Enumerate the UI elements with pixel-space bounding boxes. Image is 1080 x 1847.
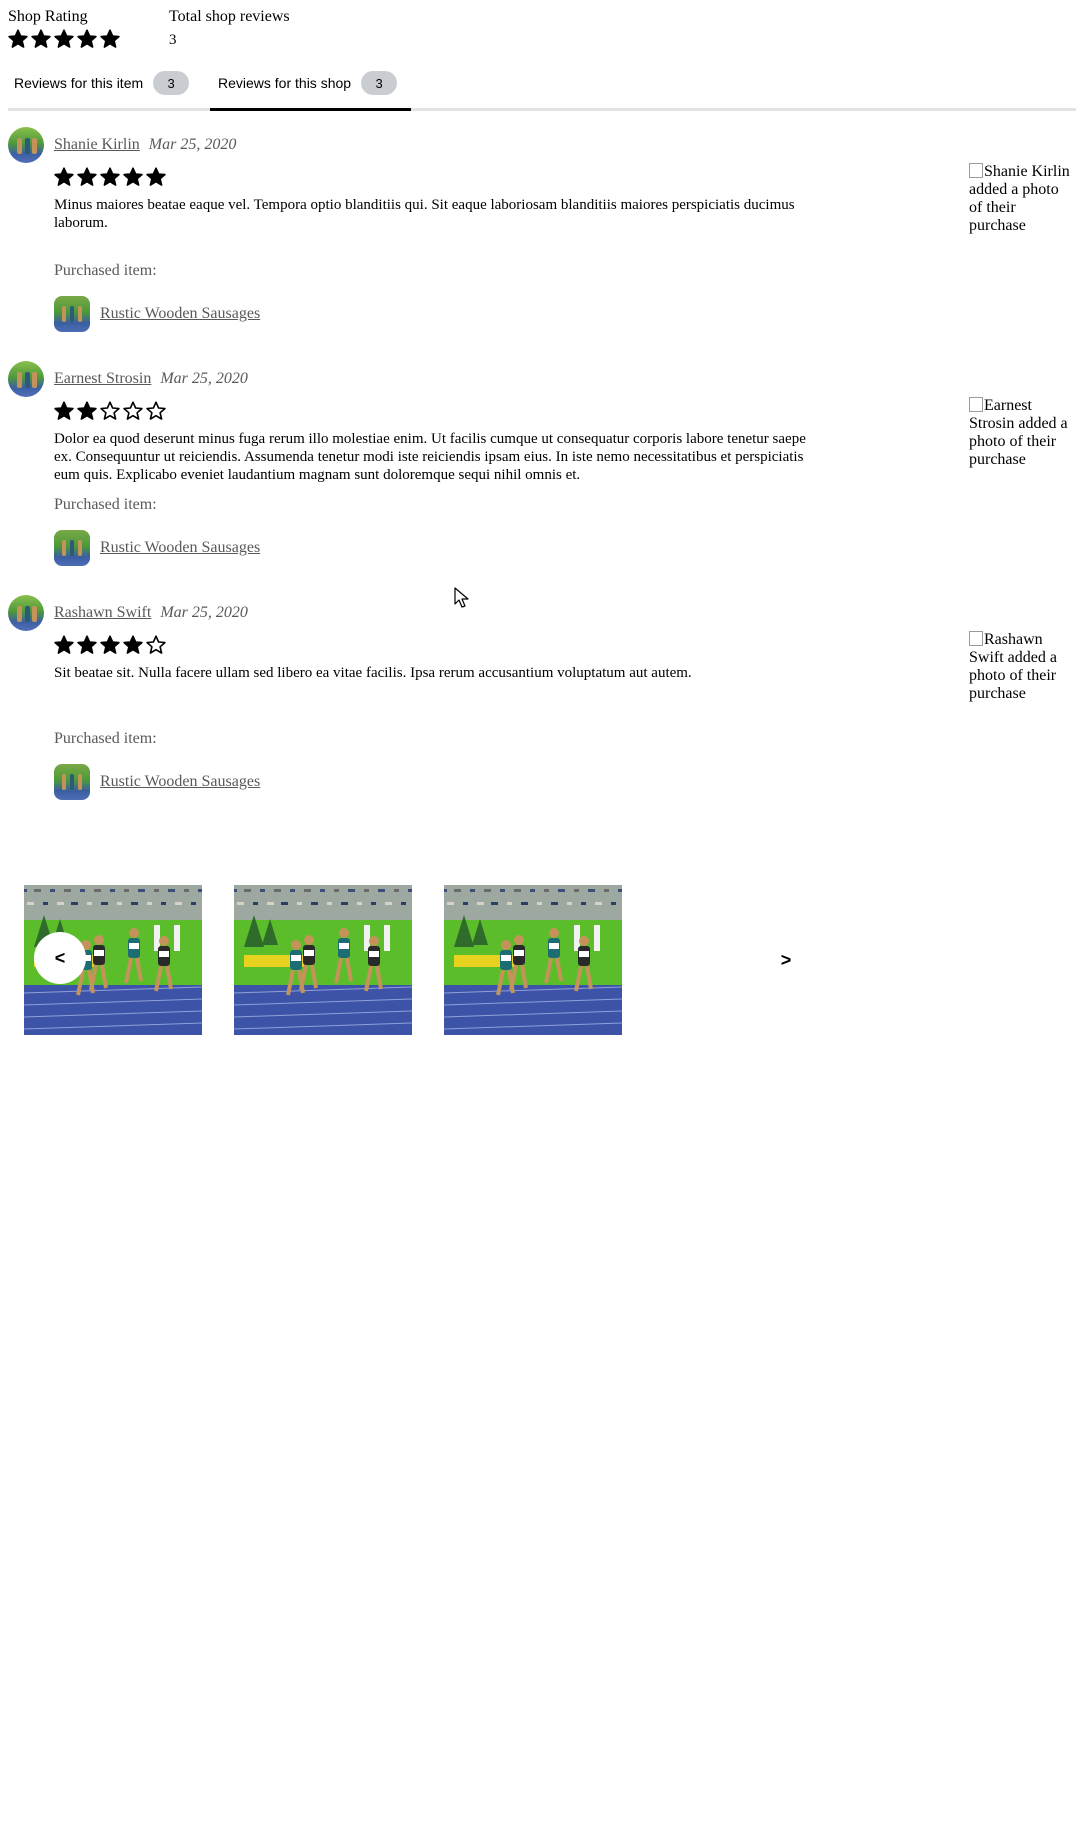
purchased-item-label: Purchased item: xyxy=(54,262,157,279)
review-text: Minus maiores beatae eaque vel. Tempora … xyxy=(54,197,795,231)
shop-rating-header: Shop Rating Total shop reviews 3 xyxy=(8,7,336,50)
avatar xyxy=(8,127,44,163)
purchased-item-label: Purchased item: xyxy=(54,496,157,513)
tab-reviews-shop[interactable]: Reviews for this shop 3 xyxy=(210,58,412,111)
star-empty-icon xyxy=(146,635,166,655)
carousel-next-button[interactable]: > xyxy=(774,945,798,975)
star-filled-icon xyxy=(100,635,120,655)
avatar xyxy=(8,361,44,397)
broken-image-icon xyxy=(969,163,983,178)
review-header: Rashawn Swift Mar 25, 2020 xyxy=(54,603,248,623)
star-filled-icon xyxy=(54,167,74,187)
star-filled-icon xyxy=(77,167,97,187)
photo-carousel: < > xyxy=(24,885,794,1035)
review-photo: Earnest Strosin added a photo of their p… xyxy=(969,397,1074,469)
review-item: Earnest Strosin Mar 25, 2020 Dolor ea qu… xyxy=(8,361,1076,571)
review-item: Shanie Kirlin Mar 25, 2020 Minus maiores… xyxy=(8,127,1076,337)
purchased-item-label: Purchased item: xyxy=(54,730,157,747)
review-date: Mar 25, 2020 xyxy=(160,370,248,387)
review-item: Rashawn Swift Mar 25, 2020 Sit beatae si… xyxy=(8,595,1076,805)
review-header: Earnest Strosin Mar 25, 2020 xyxy=(54,369,248,389)
purchased-item[interactable]: Rustic Wooden Sausages xyxy=(54,764,260,800)
broken-image-icon xyxy=(969,397,983,412)
review-photo: Shanie Kirlin added a photo of their pur… xyxy=(969,163,1074,235)
review-header: Shanie Kirlin Mar 25, 2020 xyxy=(54,135,236,155)
review-tabs: Reviews for this item 3 Reviews for this… xyxy=(8,58,1076,111)
review-rating-stars xyxy=(54,401,169,421)
reviewer-name-link[interactable]: Shanie Kirlin xyxy=(54,136,140,153)
carousel-prev-button[interactable]: < xyxy=(34,932,86,984)
avatar xyxy=(8,595,44,631)
mouse-cursor-icon xyxy=(454,587,469,608)
reviewer-name-link[interactable]: Earnest Strosin xyxy=(54,370,151,387)
shop-rating-block: Shop Rating xyxy=(8,7,123,50)
item-thumbnail[interactable] xyxy=(54,296,90,332)
item-link[interactable]: Rustic Wooden Sausages xyxy=(100,539,260,557)
star-filled-icon xyxy=(77,635,97,655)
broken-image-icon xyxy=(969,631,983,646)
total-reviews-block: Total shop reviews 3 xyxy=(169,7,290,50)
review-date: Mar 25, 2020 xyxy=(160,604,248,621)
star-filled-icon xyxy=(31,29,51,49)
star-filled-icon xyxy=(54,29,74,49)
tab-label: Reviews for this item xyxy=(14,75,144,91)
shop-rating-stars xyxy=(8,29,123,49)
purchased-item[interactable]: Rustic Wooden Sausages xyxy=(54,296,260,332)
tab-reviews-item[interactable]: Reviews for this item 3 xyxy=(8,58,195,108)
tab-label: Reviews for this shop xyxy=(218,75,352,91)
review-photo-alt: Earnest Strosin added a photo of their p… xyxy=(969,397,1068,468)
item-link[interactable]: Rustic Wooden Sausages xyxy=(100,773,260,791)
star-filled-icon xyxy=(100,29,120,49)
carousel-photo[interactable] xyxy=(234,885,412,1035)
review-rating-stars xyxy=(54,167,169,187)
review-photo: Rashawn Swift added a photo of their pur… xyxy=(969,631,1074,703)
star-filled-icon xyxy=(54,401,74,421)
review-text: Sit beatae sit. Nulla facere ullam sed l… xyxy=(54,665,692,681)
review-photo-alt: Shanie Kirlin added a photo of their pur… xyxy=(969,163,1070,234)
purchased-item[interactable]: Rustic Wooden Sausages xyxy=(54,530,260,566)
item-thumbnail[interactable] xyxy=(54,764,90,800)
star-filled-icon xyxy=(54,635,74,655)
tab-count-badge: 3 xyxy=(153,71,190,95)
shop-rating-label: Shop Rating xyxy=(8,8,88,25)
star-empty-icon xyxy=(146,401,166,421)
tab-count-badge: 3 xyxy=(361,71,398,95)
carousel-photo[interactable] xyxy=(444,885,622,1035)
item-thumbnail[interactable] xyxy=(54,530,90,566)
star-filled-icon xyxy=(146,167,166,187)
star-filled-icon xyxy=(77,29,97,49)
star-filled-icon xyxy=(77,401,97,421)
star-empty-icon xyxy=(123,401,143,421)
item-link[interactable]: Rustic Wooden Sausages xyxy=(100,305,260,323)
total-reviews-value: 3 xyxy=(169,32,177,48)
star-filled-icon xyxy=(8,29,28,49)
reviewer-name-link[interactable]: Rashawn Swift xyxy=(54,604,151,621)
total-reviews-label: Total shop reviews xyxy=(169,8,290,25)
review-rating-stars xyxy=(54,635,169,655)
star-empty-icon xyxy=(100,401,120,421)
star-filled-icon xyxy=(123,167,143,187)
star-filled-icon xyxy=(100,167,120,187)
star-filled-icon xyxy=(123,635,143,655)
review-text: Dolor ea quod deserunt minus fuga rerum … xyxy=(54,431,806,483)
review-date: Mar 25, 2020 xyxy=(148,136,237,153)
